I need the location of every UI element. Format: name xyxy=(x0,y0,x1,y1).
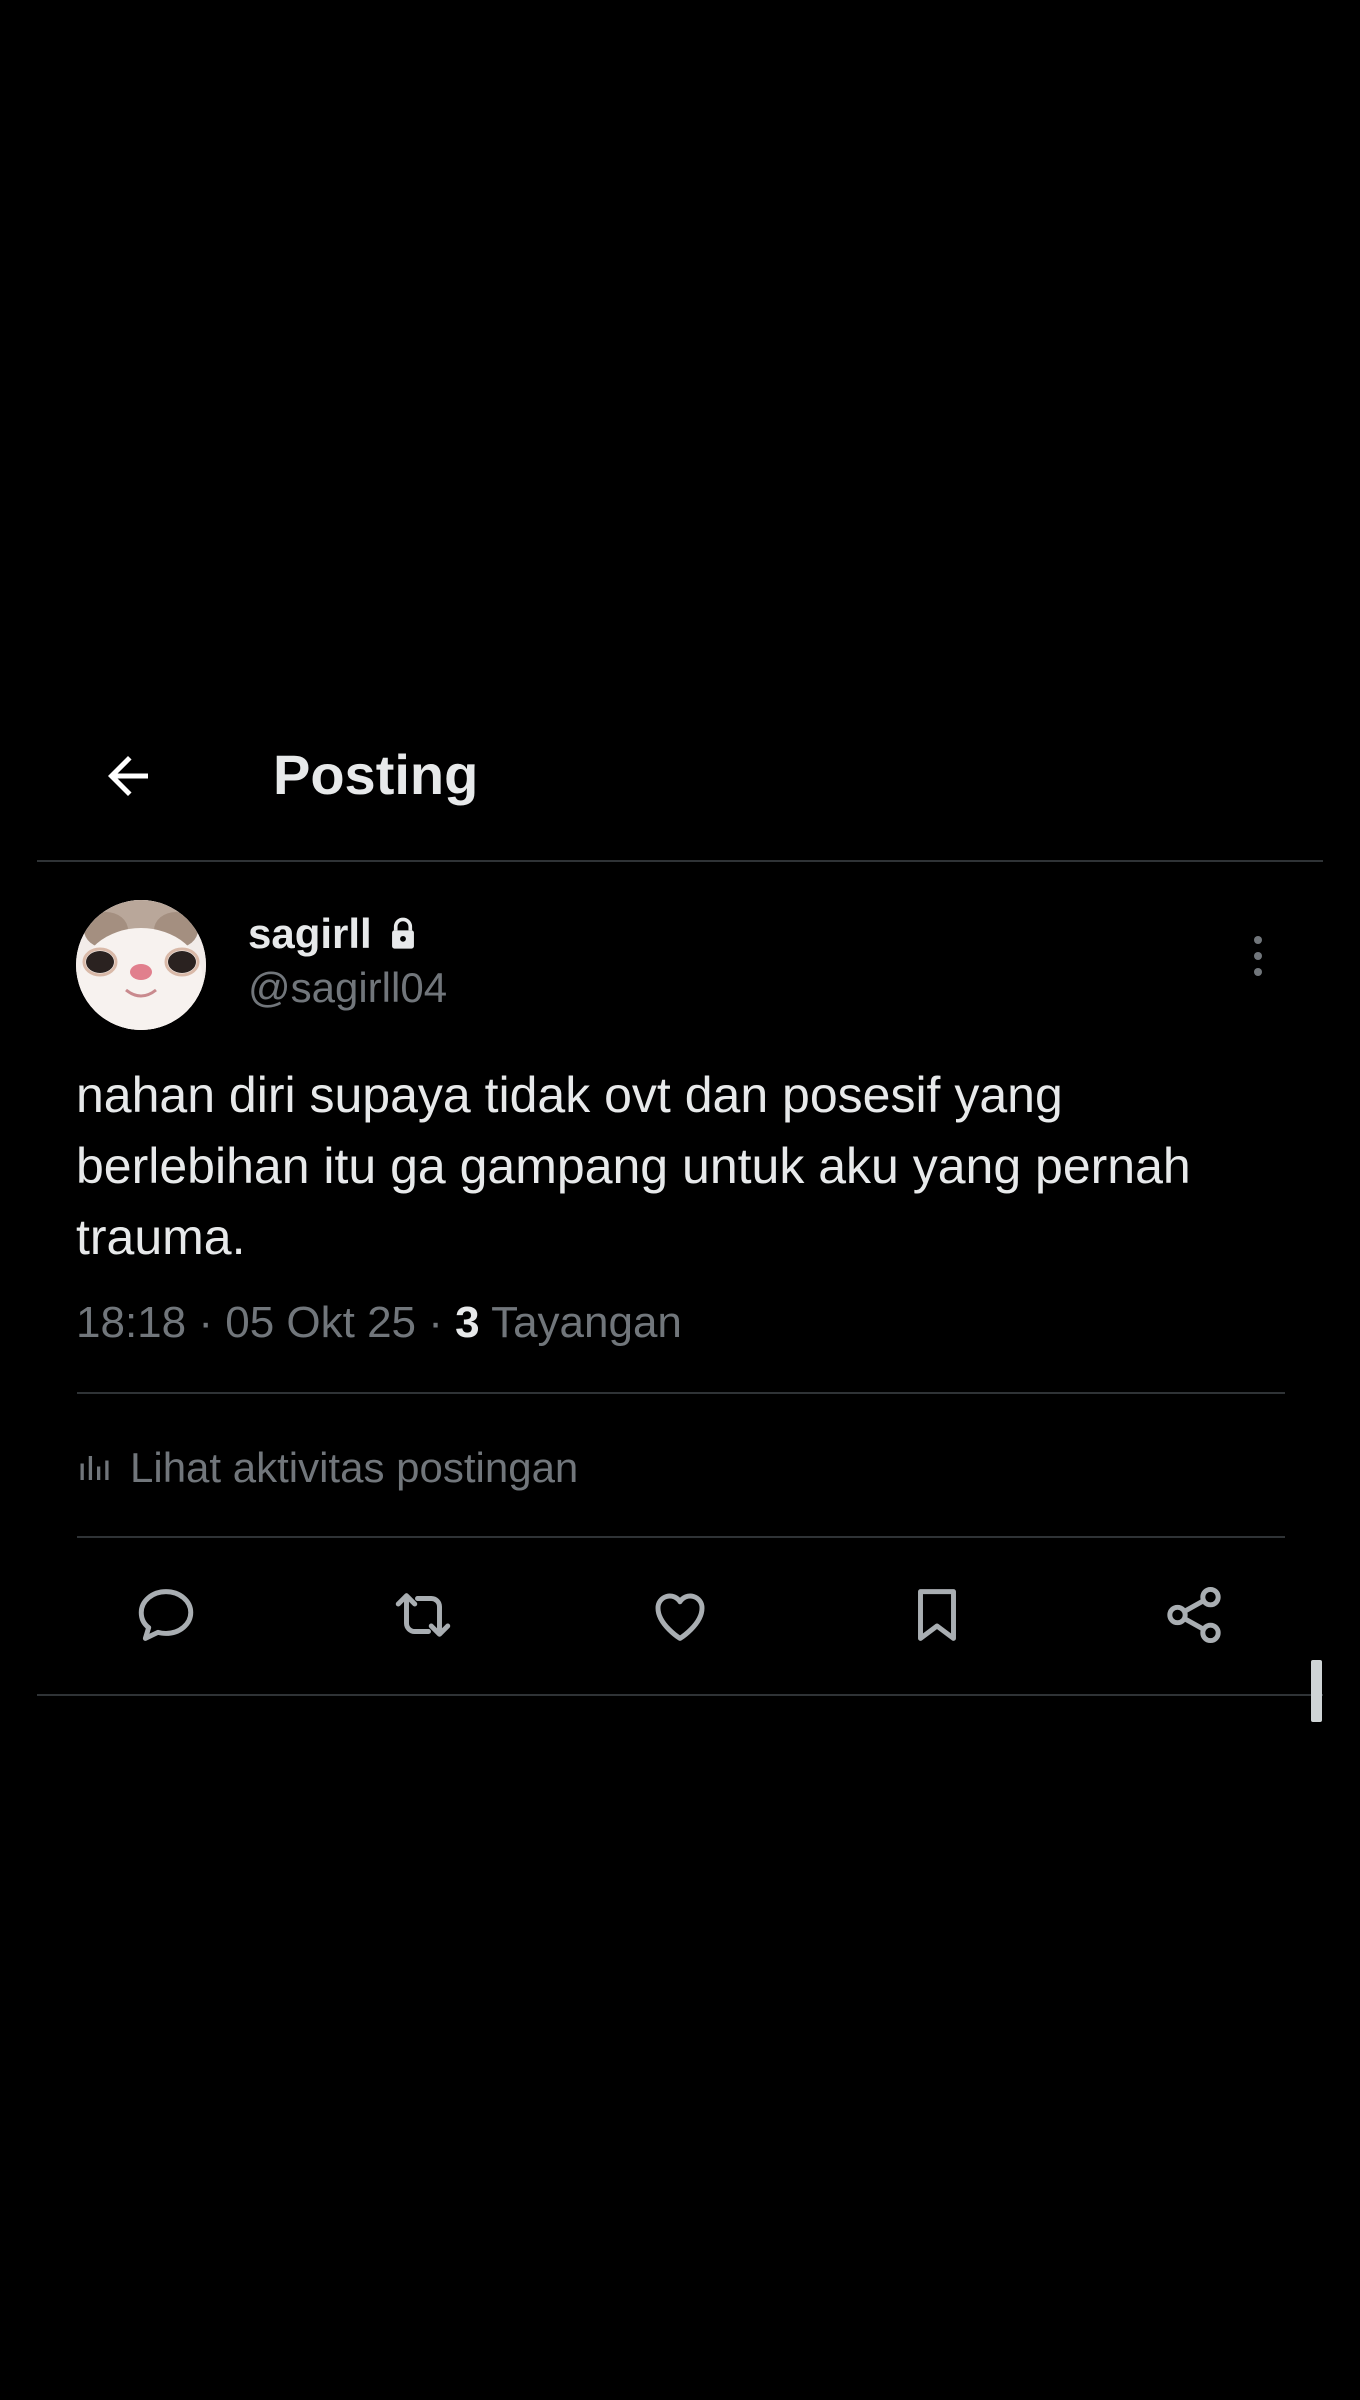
bookmark-button[interactable] xyxy=(897,1575,977,1655)
post-time[interactable]: 18:18 xyxy=(76,1298,186,1347)
meta-separator: · xyxy=(198,1298,213,1347)
reply-button[interactable] xyxy=(126,1575,206,1655)
share-button[interactable] xyxy=(1154,1575,1234,1655)
post-date[interactable]: 05 Okt 25 xyxy=(225,1298,416,1347)
heart-icon xyxy=(655,1593,705,1641)
meta-separator: · xyxy=(428,1298,443,1347)
post-meta: 18:18 · 05 Okt 25 · 3 Tayangan xyxy=(76,1295,682,1351)
cat-face-avatar xyxy=(76,900,206,1030)
like-button[interactable] xyxy=(640,1575,720,1655)
post-text: nahan diri supaya tidak ovt dan posesif … xyxy=(76,1067,1191,1265)
lock-icon xyxy=(388,917,418,951)
activity-label: Lihat aktivitas postingan xyxy=(130,1444,579,1491)
bar-chart-icon xyxy=(80,1456,109,1480)
arrow-left-icon xyxy=(108,756,148,796)
share-icon xyxy=(1167,1586,1221,1644)
reply-icon xyxy=(138,1589,194,1641)
more-vertical-icon xyxy=(1254,936,1262,976)
more-options-button[interactable] xyxy=(1238,920,1278,992)
repost-icon xyxy=(395,1593,451,1637)
views-count: 3 xyxy=(455,1298,480,1347)
meta-divider xyxy=(77,1392,1285,1394)
header-divider xyxy=(37,860,1323,862)
action-bar xyxy=(0,1575,1360,1655)
action-bar-divider xyxy=(37,1694,1323,1696)
scrollbar-thumb[interactable] xyxy=(1311,1660,1322,1722)
bookmark-icon xyxy=(918,1589,956,1641)
author-name-row[interactable]: sagirll xyxy=(248,906,418,962)
views-label: Tayangan xyxy=(491,1298,682,1347)
avatar[interactable] xyxy=(76,900,206,1030)
repost-button[interactable] xyxy=(383,1575,463,1655)
back-button[interactable] xyxy=(88,736,168,816)
display-name[interactable]: sagirll xyxy=(248,906,372,962)
top-app-bar: Posting xyxy=(0,700,1360,860)
activity-divider xyxy=(77,1536,1285,1538)
user-handle[interactable]: @sagirll04 xyxy=(248,960,447,1016)
post-activity-link[interactable]: Lihat aktivitas postingan xyxy=(76,1438,578,1498)
page-title: Posting xyxy=(273,743,479,806)
